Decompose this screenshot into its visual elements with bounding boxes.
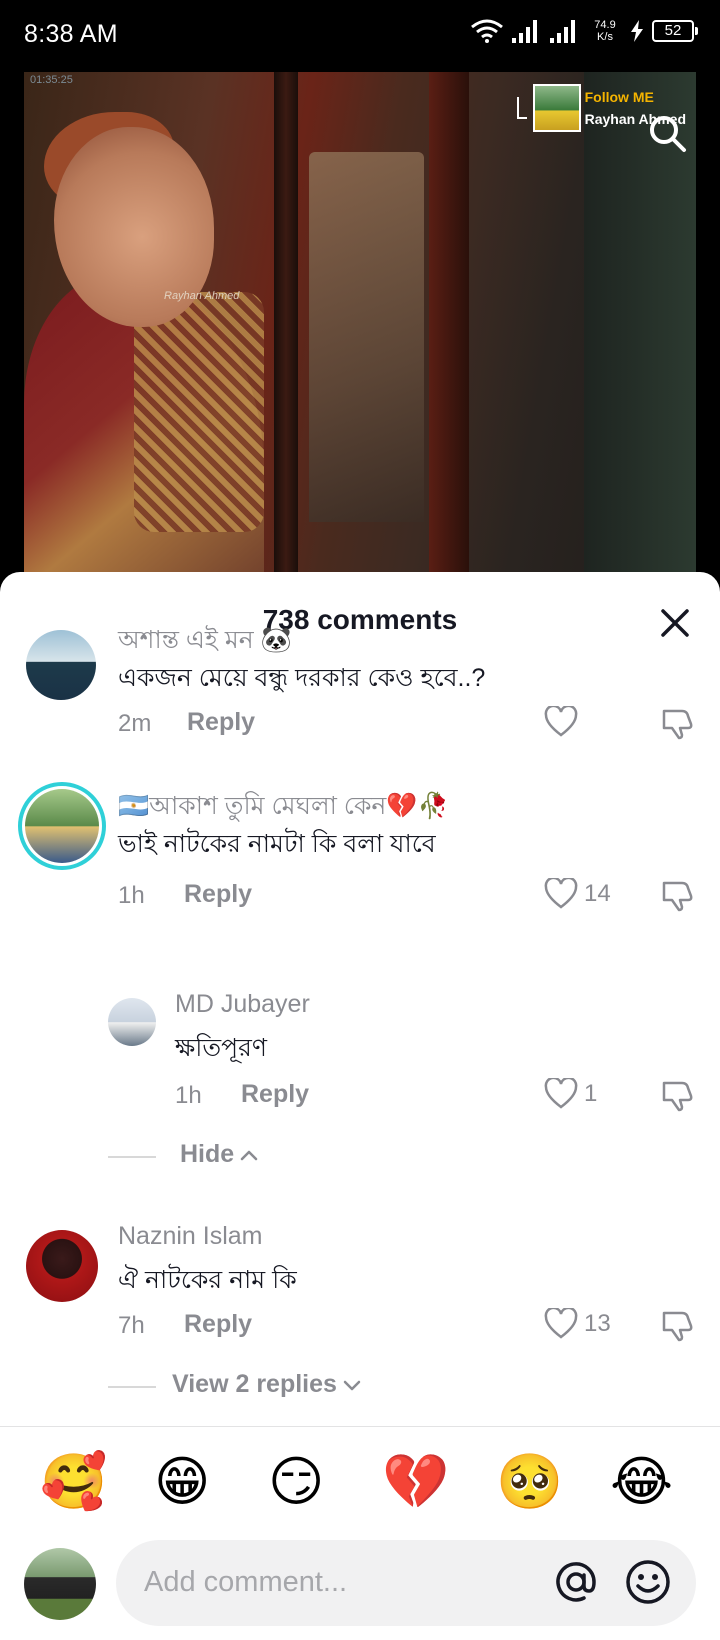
comment-time: 1h [118, 882, 145, 909]
hide-replies-button[interactable]: Hide [180, 1140, 258, 1169]
dislike-icon[interactable] [660, 1308, 694, 1342]
video-player[interactable]: 01:35:25 Rayhan Ahmed Follow ME Rayhan A… [24, 72, 696, 592]
chevron-down-icon [343, 1380, 361, 1390]
video-door-frame [274, 72, 298, 592]
video-door-panel [429, 72, 469, 592]
comment-username[interactable]: Naznin Islam [118, 1222, 263, 1251]
status-bar: 8:38 AM 74.9 K/s 52 [0, 0, 720, 72]
net-speed-unit: K/s [597, 31, 613, 43]
emoji-smiling-hearts-icon[interactable]: 🥰 [40, 1450, 107, 1514]
charge-icon [631, 20, 643, 42]
like-count: 14 [584, 880, 611, 907]
heart-icon [544, 1308, 578, 1339]
follow-bracket [516, 97, 527, 119]
follow-avatar [532, 84, 581, 132]
reply-button[interactable]: Reply [184, 1310, 252, 1339]
comment-username[interactable]: অশান্ত এই মন 🐼 [118, 620, 292, 663]
avatar[interactable] [26, 630, 96, 700]
emoji-tears-of-joy-icon[interactable]: 😂 [610, 1450, 674, 1514]
reply-button[interactable]: Reply [184, 880, 252, 909]
comment-text: ঐ নাটকের নাম কি [118, 1266, 297, 1294]
comments-count-title: 738 comments [262, 604, 458, 635]
video-sari [134, 292, 264, 532]
like-count: 13 [584, 1310, 611, 1337]
avatar[interactable] [26, 1230, 98, 1302]
comment-input[interactable]: Add comment... [116, 1540, 696, 1626]
avatar[interactable] [108, 998, 156, 1046]
hide-label: Hide [180, 1140, 235, 1168]
thread-line [108, 1386, 156, 1388]
search-icon[interactable] [646, 112, 688, 154]
composer-divider [0, 1426, 720, 1427]
thread-line [108, 1156, 156, 1158]
reply-text: ক্ষতিপূরণ [175, 1034, 268, 1062]
dislike-icon[interactable] [660, 1078, 694, 1112]
heart-icon [544, 706, 578, 737]
smile-icon[interactable] [624, 1558, 672, 1606]
at-icon[interactable] [552, 1558, 600, 1606]
signal-icon-2 [550, 20, 575, 43]
view-replies-button[interactable]: View 2 replies [172, 1370, 361, 1399]
avatar[interactable] [18, 782, 106, 870]
video-mirror [309, 152, 424, 522]
video-timestamp: 01:35:25 [30, 74, 73, 86]
net-speed: 74.9 K/s [592, 19, 618, 43]
comment-username[interactable]: 🇦🇷আকাশ তুমি মেঘলা কেন💔🥀 [118, 786, 449, 829]
like-count: 1 [584, 1080, 598, 1107]
net-speed-value: 74.9 [594, 19, 616, 31]
battery-indicator: 52 [652, 20, 698, 42]
reply-username[interactable]: MD Jubayer [175, 990, 310, 1019]
chevron-up-icon [240, 1150, 258, 1160]
heart-icon [544, 878, 578, 909]
like-button[interactable] [544, 706, 584, 738]
reply-button[interactable]: Reply [241, 1080, 309, 1109]
comment-text: ভাই নাটকের নামটা কি বলা যাবে [118, 830, 436, 858]
like-button[interactable]: 1 [544, 1078, 597, 1110]
emoji-pleading-icon[interactable]: 🥺 [496, 1450, 563, 1514]
follow-title: Follow ME [584, 89, 654, 105]
status-icons: 74.9 K/s 52 [470, 18, 698, 44]
signal-icon [512, 20, 537, 43]
view-replies-label: View 2 replies [172, 1370, 337, 1398]
emoji-grin-icon[interactable]: 😁 [154, 1450, 218, 1514]
status-time: 8:38 AM [24, 20, 118, 48]
reply-time: 1h [175, 1082, 202, 1109]
comment-time: 7h [118, 1312, 145, 1339]
current-user-avatar[interactable] [24, 1548, 96, 1620]
reply-button[interactable]: Reply [187, 708, 255, 737]
comment-composer: Add comment... [0, 1540, 720, 1640]
emoji-smirk-icon[interactable]: 😏 [268, 1450, 332, 1514]
close-icon[interactable] [660, 608, 690, 638]
like-button[interactable]: 14 [544, 878, 611, 910]
comment-text: একজন মেয়ে বন্ধু দরকার কেও হবে..? [118, 664, 486, 692]
quick-emoji-bar: 🥰 😁 😏 💔 🥺 😂 [0, 1450, 720, 1520]
comment-time: 2m [118, 710, 152, 737]
video-watermark: Rayhan Ahmed [164, 290, 240, 302]
like-button[interactable]: 13 [544, 1308, 611, 1340]
heart-icon [544, 1078, 578, 1109]
wifi-icon [471, 19, 503, 43]
comment-input-placeholder: Add comment... [144, 1566, 348, 1598]
dislike-icon[interactable] [660, 706, 694, 740]
dislike-icon[interactable] [660, 878, 694, 912]
emoji-broken-heart-icon[interactable]: 💔 [382, 1450, 449, 1514]
